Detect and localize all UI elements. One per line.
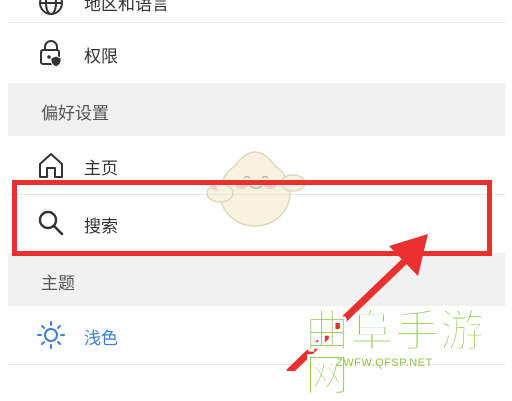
watermark-logo-text: 曲阜手游网 bbox=[305, 306, 485, 401]
watermark-url: ZWFW.QFSP.NET bbox=[336, 357, 433, 369]
